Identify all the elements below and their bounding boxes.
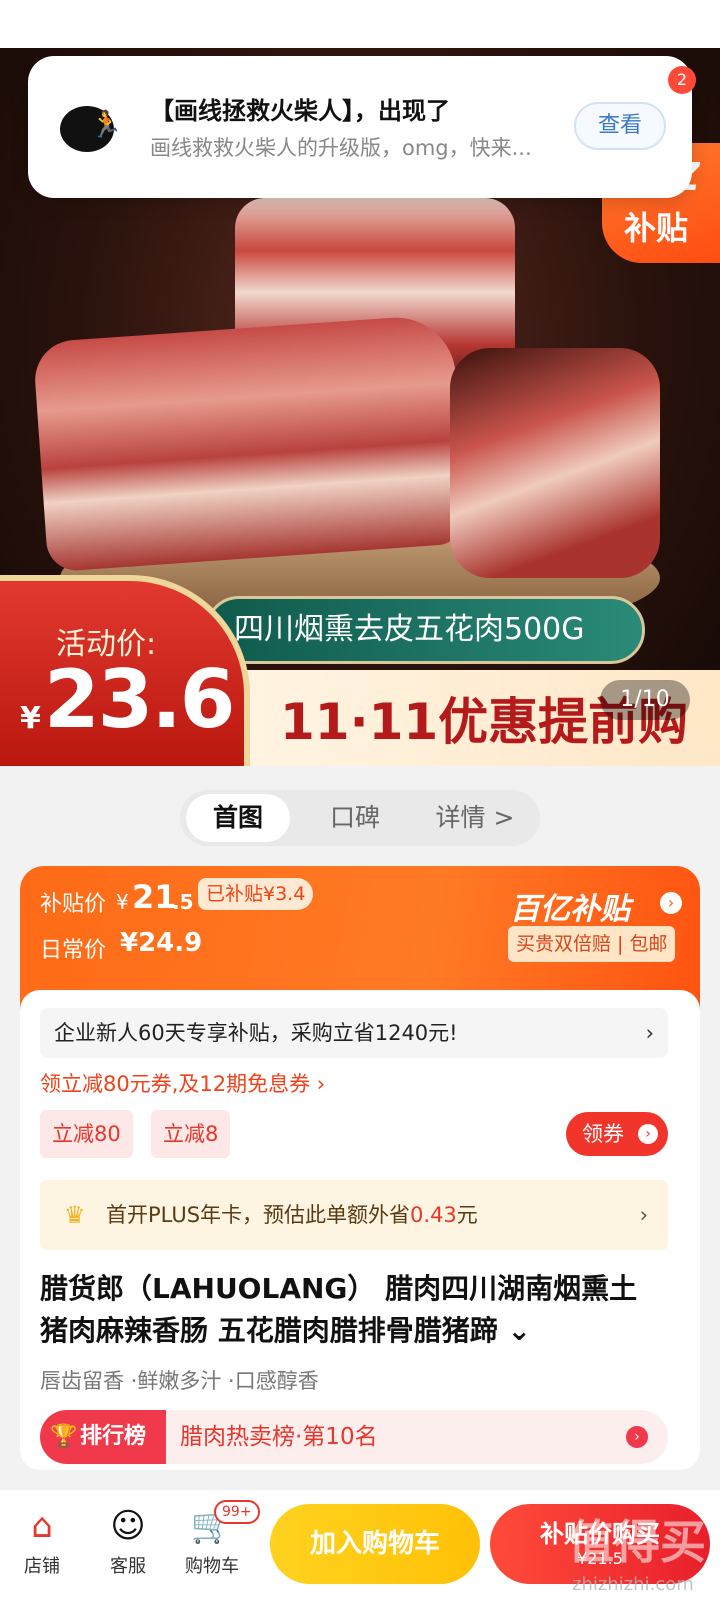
- daily-price-label: 日常价: [40, 938, 107, 963]
- product-name-banner: 四川烟熏去皮五花肉500G: [205, 596, 645, 664]
- subsidy-price-dec: .5: [172, 890, 194, 914]
- discount-chip[interactable]: 立减80: [40, 1110, 133, 1158]
- cart-label: 购物车: [185, 1556, 239, 1577]
- enterprise-subsidy-row[interactable]: 企业新人60天专享补贴，采购立省1240元! ›: [40, 1008, 668, 1058]
- ranking-row[interactable]: 🏆 排行榜 腊肉热卖榜·第10名 ›: [40, 1410, 668, 1464]
- enterprise-subsidy-text: 企业新人60天专享补贴，采购立省1240元!: [54, 1021, 458, 1045]
- stickman-icon: 🏃: [90, 110, 123, 140]
- subsidy-brand-logo[interactable]: 百亿补贴: [510, 884, 630, 928]
- tab-details[interactable]: 详情 >: [416, 794, 534, 842]
- chevron-right-icon[interactable]: ›: [660, 892, 682, 914]
- service-label: 客服: [110, 1556, 146, 1577]
- plus-membership-text: 首开PLUS年卡，预估此单额外省0.43元: [106, 1180, 478, 1250]
- chevron-right-icon: ›: [638, 1124, 658, 1144]
- notification-banner[interactable]: 🏃 【画线拯救火柴人】，出现了 画线救救火柴人的升级版，omg，快来... 查看: [28, 56, 692, 198]
- watermark-site: zhizhizhi.com: [572, 1574, 694, 1595]
- chevron-right-icon: ›: [645, 1021, 654, 1045]
- customer-service-button[interactable]: ☺ 客服: [88, 1504, 168, 1578]
- store-icon: ⌂: [31, 1506, 53, 1546]
- ranking-tag-label: 排行榜: [80, 1424, 147, 1449]
- plus-amount: 0.43: [410, 1203, 457, 1227]
- ranking-tag: 🏆 排行榜: [40, 1410, 166, 1464]
- tab-main-image[interactable]: 首图: [186, 794, 290, 842]
- discount-chip[interactable]: 立减8: [151, 1110, 231, 1158]
- view-button[interactable]: 查看: [574, 102, 666, 150]
- ranking-text: 腊肉热卖榜·第10名: [180, 1424, 378, 1450]
- crown-icon: ♛: [64, 1201, 86, 1229]
- chevron-right-icon: ›: [639, 1203, 648, 1227]
- claim-coupon-label: 领券: [582, 1122, 624, 1146]
- cart-count-badge: 99+: [214, 1500, 260, 1524]
- trophy-icon: 🏆: [50, 1424, 78, 1449]
- plus-unit: 元: [456, 1203, 478, 1227]
- currency-symbol: ¥: [116, 890, 129, 914]
- store-label: 店铺: [24, 1556, 60, 1577]
- claim-coupon-button[interactable]: 领券 ›: [566, 1112, 668, 1156]
- product-title[interactable]: 腊货郎（LAHUOLANG） 腊肉四川湖南烟熏土猪肉麻辣香肠 五花腊肉腊排骨腊猪…: [40, 1268, 660, 1352]
- plus-membership-row[interactable]: ♛ 首开PLUS年卡，预估此单额外省0.43元 ›: [40, 1180, 668, 1250]
- meat-image-piece: [450, 348, 660, 578]
- status-bar: [0, 0, 720, 48]
- guarantee-badge: 买贵双倍赔 | 包邮: [508, 926, 676, 962]
- tab-reviews[interactable]: 口碑: [300, 794, 410, 842]
- activity-price: 23.6: [44, 653, 235, 746]
- chat-face-icon: ☺: [110, 1506, 146, 1546]
- chevron-right-icon: ›: [626, 1426, 648, 1448]
- notification-body: 画线救救火柴人的升级版，omg，快来...: [150, 136, 532, 160]
- section-tabs: 首图 口碑 详情 >: [180, 790, 540, 846]
- product-page: Z 补贴 四川烟熏去皮五花肉500G 11·11优惠提前购 活动价: ¥ 23.…: [0, 0, 720, 1600]
- app-icon: 🏃: [52, 94, 122, 164]
- notification-count-badge: 2: [668, 66, 696, 94]
- subsidy-price-int: 21: [132, 878, 177, 916]
- plus-text: 首开PLUS年卡，预估此单额外省: [106, 1203, 411, 1227]
- subsidy-price-label: 补贴价: [40, 892, 107, 917]
- store-button[interactable]: ⌂ 店铺: [2, 1504, 82, 1578]
- product-info-card: 企业新人60天专享补贴，采购立省1240元! › 领立减80元券,及12期免息券…: [20, 990, 700, 1470]
- image-counter: 1/10: [600, 680, 690, 720]
- coupon-summary-link[interactable]: 领立减80元券,及12期免息券 ›: [40, 1068, 325, 1098]
- daily-price: ¥24.9: [120, 928, 203, 958]
- currency-symbol: ¥: [20, 701, 41, 736]
- product-tags: 唇齿留香 ·鲜嫩多汁 ·口感醇香: [40, 1369, 319, 1393]
- meat-image-piece: [32, 313, 468, 573]
- watermark-logo: 值得买: [568, 1515, 706, 1569]
- add-to-cart-button[interactable]: 加入购物车: [270, 1504, 480, 1584]
- saved-amount-badge: 已补贴¥3.4: [198, 878, 314, 910]
- subsidy-tag-text: 补贴: [624, 209, 689, 247]
